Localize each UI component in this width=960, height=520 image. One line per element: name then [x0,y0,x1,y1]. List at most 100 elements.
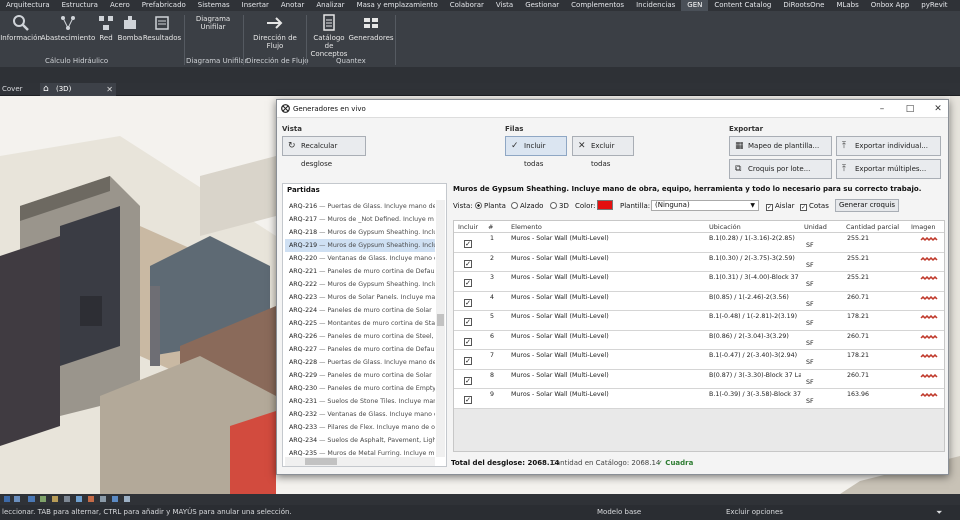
partida-list-item[interactable]: ARQ-232 — Ventanas de Glass. Incluye man… [285,408,435,421]
view-controls-icons[interactable] [0,494,240,505]
generadores-button[interactable]: Generadores [348,14,394,42]
catalogo-button[interactable]: Catálogo de Conceptos [308,14,350,58]
close-button[interactable]: ✕ [931,103,945,115]
partida-list-item[interactable]: ARQ-226 — Paneles de muro cortina de Ste… [285,330,435,343]
table-row[interactable]: ✓ 1 Muros - Solar Wall (Multi-Level) B.1(0.… [454,233,944,253]
mapeo-plantilla-button[interactable]: ▦ Mapeo de plantilla... [729,136,832,156]
close-icon[interactable]: ✕ [106,83,113,96]
menu-item[interactable]: Arquitectura [0,0,56,11]
thumbnail-image[interactable] [920,373,938,380]
thumbnail-image[interactable] [920,256,938,263]
minimize-button[interactable]: – [875,103,889,115]
menu-item[interactable]: [N] LT (Microdesk) [954,0,960,11]
table-row[interactable]: ✓ 6 Muros - Solar Wall (Multi-Level) B(0.86… [454,330,944,350]
menu-item[interactable]: Insertar [236,0,275,11]
exportar-multiples-button[interactable]: ⤒ Exportar múltiples... [836,159,941,179]
incluir-todas-button[interactable]: ✓ Incluir todas [505,136,567,168]
scroll-thumb[interactable] [305,458,337,465]
include-checkbox[interactable]: ✓ [464,240,472,248]
filter-icon[interactable]: ⏷ [936,505,942,520]
menu-item[interactable]: Incidencias [630,0,681,11]
table-row[interactable]: ✓ 2 Muros - Solar Wall (Multi-Level) B.1(0.… [454,252,944,272]
menu-item[interactable]: Onbox App [865,0,916,11]
plantilla-select[interactable]: (Ninguna) ▼ [651,200,759,211]
column-header[interactable]: Imagen [911,223,935,231]
include-checkbox[interactable]: ✓ [464,279,472,287]
tab-3d[interactable]: ⌂ (3D) ✕ [40,83,116,96]
partida-list-item[interactable]: ARQ-234 — Suelos de Asphalt, Pavement, L… [285,434,435,447]
menu-item[interactable]: Colaborar [444,0,490,11]
include-checkbox[interactable]: ✓ [464,337,472,346]
menu-item[interactable]: Acero [104,0,136,11]
partidas-horizontal-scrollbar[interactable] [285,457,435,466]
diagrama-unifilar-button[interactable]: Diagrama Unifilar [190,15,236,31]
partida-list-item[interactable]: ARQ-233 — Pilares de Flex. Incluye mano … [285,421,435,434]
table-row[interactable]: ✓ 7 Muros - Solar Wall (Multi-Level) B.1(-0… [454,350,944,370]
thumbnail-image[interactable] [920,393,938,399]
table-row[interactable]: ✓ 5 Muros - Solar Wall (Multi-Level) B.1(-0… [454,311,944,331]
menu-item[interactable]: Masa y emplazamiento [351,0,444,11]
menu-item[interactable]: Complementos [565,0,630,11]
menu-item[interactable]: Vista [490,0,519,11]
menu-item[interactable]: MLabs [830,0,864,11]
include-checkbox[interactable]: ✓ [464,396,472,404]
aislar-checkbox[interactable]: ✓ Aislar [766,202,795,211]
excluir-todas-button[interactable]: ✕ Excluir todas [572,136,634,168]
alzado-radio[interactable]: Alzado [511,202,543,210]
partida-list-item[interactable]: ARQ-227 — Paneles de muro cortina de Def… [285,343,435,356]
planta-radio[interactable]: Planta [475,202,506,210]
partida-list-item[interactable]: ARQ-230 — Paneles de muro cortina de Emp… [285,382,435,395]
menu-item[interactable]: Sistemas [192,0,236,11]
column-header[interactable]: Cantidad parcial [846,223,899,231]
table-row[interactable]: ✓ 9 Muros - Solar Wall (Multi-Level) B.1(-0… [454,389,944,409]
include-checkbox[interactable]: ✓ [464,259,472,268]
cotas-checkbox[interactable]: ✓ Cotas [800,202,829,211]
exportar-individual-button[interactable]: ⤒ Exportar individual... [836,136,941,156]
table-row[interactable]: ✓ 4 Muros - Solar Wall (Multi-Level) B(0.85… [454,291,944,311]
direccion-flujo-button[interactable]: Dirección de Flujo [246,14,304,50]
partida-list-item[interactable]: ARQ-221 — Paneles de muro cortina de Def… [285,265,435,278]
menu-item[interactable]: GEN [681,0,709,11]
partida-list-item[interactable]: ARQ-220 — Ventanas de Glass. Incluye man… [285,252,435,265]
menu-item[interactable]: pyRevit [915,0,953,11]
bomba-button[interactable]: Bomba [117,14,143,42]
include-checkbox[interactable]: ✓ [464,376,472,385]
column-header[interactable]: Ubicación [709,223,741,231]
partida-list-item[interactable]: ARQ-225 — Montantes de muro cortina de S… [285,317,435,330]
menu-item[interactable]: Estructura [56,0,104,11]
informacion-button[interactable]: Información [0,14,42,42]
partidas-list[interactable]: ARQ-216 — Puertas de Glass. Incluye mano… [285,200,435,457]
partida-list-item[interactable]: ARQ-218 — Muros de Gypsum Sheathing. Inc… [285,226,435,239]
resultados-button[interactable]: Resultados [143,14,181,42]
partida-list-item[interactable]: ARQ-223 — Muros de Solar Panels. Incluye… [285,291,435,304]
menu-item[interactable]: Analizar [310,0,350,11]
include-checkbox[interactable]: ✓ [464,298,472,307]
include-checkbox[interactable]: ✓ [464,318,472,326]
maximize-button[interactable]: □ [903,103,917,115]
partida-list-item[interactable]: ARQ-228 — Puertas de Glass. Incluye mano… [285,356,435,369]
color-swatch[interactable] [597,200,613,210]
scroll-thumb[interactable] [437,314,444,326]
tab-cover[interactable]: Cover [2,83,38,96]
menu-item[interactable]: Gestionar [519,0,565,11]
table-row[interactable]: ✓ 8 Muros - Solar Wall (Multi-Level) B(0.87… [454,369,944,389]
red-button[interactable]: Red [96,14,116,42]
thumbnail-image[interactable] [920,276,938,282]
partida-list-item[interactable]: ARQ-217 — Muros de _Not Defined. Incluye… [285,213,435,226]
partida-list-item[interactable]: ARQ-235 — Muros de Metal Furring. Incluy… [285,447,435,457]
partidas-vertical-scrollbar[interactable] [436,200,445,457]
table-row[interactable]: ✓ 3 Muros - Solar Wall (Multi-Level) B.1(0.… [454,272,944,292]
column-header[interactable]: Unidad [804,223,827,231]
partida-list-item[interactable]: ARQ-224 — Paneles de muro cortina de Sol… [285,304,435,317]
thumbnail-image[interactable] [920,334,938,341]
partida-list-item[interactable]: ARQ-231 — Suelos de Stone Tiles. Incluye… [285,395,435,408]
thumbnail-image[interactable] [920,295,938,302]
menu-item[interactable]: Prefabricado [136,0,192,11]
column-header[interactable]: Incluir [458,223,478,231]
thumbnail-image[interactable] [920,354,938,360]
excluir-opciones-select[interactable]: Excluir opciones [726,505,783,520]
column-header[interactable]: # [488,223,493,231]
include-checkbox[interactable]: ✓ [464,357,472,365]
modelo-base-select[interactable]: Modelo base [597,505,641,520]
partida-list-item[interactable]: ARQ-229 — Paneles de muro cortina de Sol… [285,369,435,382]
